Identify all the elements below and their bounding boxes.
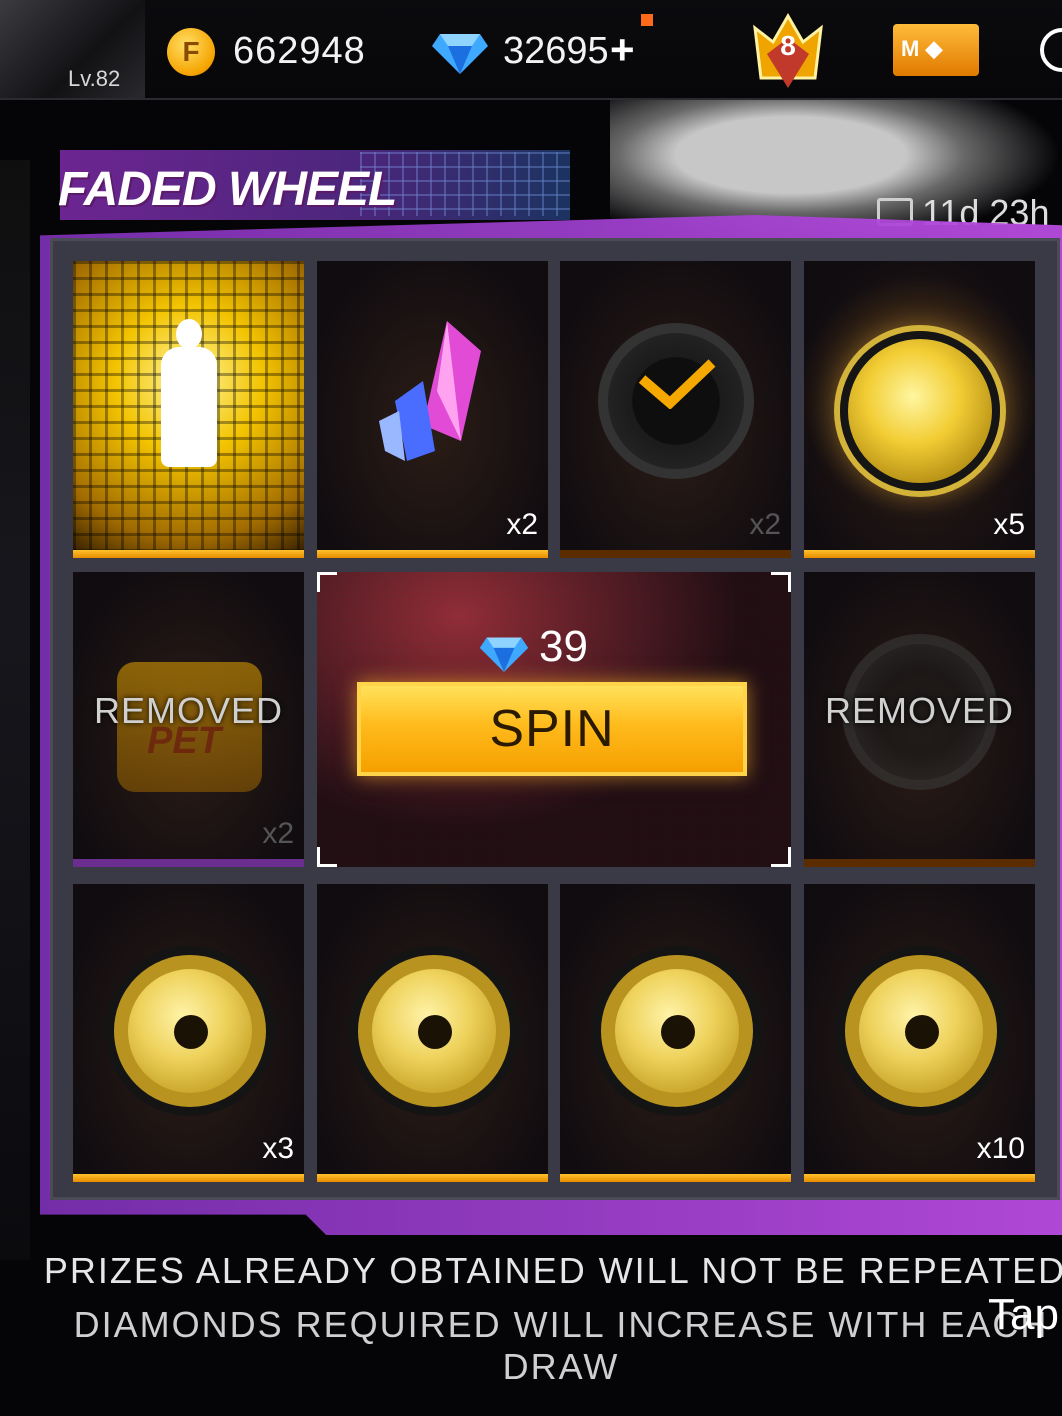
prize-quantity: x10 <box>976 1132 1025 1165</box>
rarity-bar <box>317 550 548 558</box>
swirl-core <box>905 1015 939 1049</box>
prize-pet-food: PET REMOVED x2 <box>73 572 304 867</box>
prize-quantity: x2 <box>506 508 538 541</box>
player-level: Lv.82 <box>68 66 121 91</box>
membership-diamond-icon: ◆ <box>925 36 943 61</box>
add-diamonds-button[interactable]: + <box>610 26 635 74</box>
prize-check-token[interactable]: x2 <box>560 261 791 558</box>
prize-quantity: x3 <box>262 1132 294 1165</box>
membership-letter: M <box>901 36 920 61</box>
prize-dark-token: REMOVED <box>804 572 1035 867</box>
spin-area: 39 SPIN <box>317 572 791 867</box>
rarity-bar <box>804 1174 1035 1182</box>
removed-label: REMOVED <box>93 690 284 731</box>
rarity-bar <box>73 1174 304 1182</box>
prize-quantity: x2 <box>262 817 294 850</box>
swirl-token-icon <box>105 946 275 1116</box>
swirl-token-icon <box>836 946 1006 1116</box>
rarity-bar <box>73 550 304 558</box>
spin-button-label: SPIN <box>489 700 615 758</box>
prize-quantity: x2 <box>749 508 781 541</box>
rarity-bar <box>317 1174 548 1182</box>
prize-swirl-token[interactable]: x3 <box>73 884 304 1182</box>
membership-button[interactable]: M ◆ <box>893 24 979 76</box>
prize-quantity: x5 <box>993 508 1025 541</box>
rarity-bar <box>804 550 1035 558</box>
rarity-bar <box>73 859 304 867</box>
rank-badge[interactable]: 8 <box>745 8 831 94</box>
prize-swirl-token[interactable]: x10 <box>804 884 1035 1182</box>
swirl-token-icon <box>592 946 762 1116</box>
gold-coin-icon: F <box>167 28 215 76</box>
notice-line-2: DIAMONDS REQUIRED WILL INCREASE WITH EAC… <box>73 1304 1049 1387</box>
rank-number: 8 <box>780 30 796 61</box>
emote-figure-icon <box>176 319 202 349</box>
prize-crystal[interactable]: x2 <box>317 261 548 558</box>
rarity-bar <box>804 859 1035 867</box>
notification-dot <box>641 14 653 26</box>
spin-button[interactable]: SPIN <box>357 682 747 776</box>
gold-token-icon <box>840 331 1000 491</box>
corner-bracket <box>317 572 337 592</box>
page-title: FADED WHEEL <box>58 163 397 216</box>
emote-figure-body <box>161 347 217 467</box>
swirl-token-icon <box>349 946 519 1116</box>
prize-swirl-token[interactable] <box>560 884 791 1182</box>
prize-gold-token[interactable]: x5 <box>804 261 1035 558</box>
prize-emote[interactable] <box>73 261 304 558</box>
menu-icon[interactable] <box>1040 28 1062 72</box>
check-icon <box>638 359 716 409</box>
swirl-core <box>418 1015 452 1049</box>
gold-balance: 662948 <box>233 30 366 72</box>
swirl-core <box>661 1015 695 1049</box>
corner-bracket <box>771 847 791 867</box>
tap-hint[interactable]: Tap <box>988 1290 1059 1340</box>
rarity-bar <box>560 1174 791 1182</box>
left-side-strip <box>0 160 30 1260</box>
diamond-icon <box>432 34 488 74</box>
crystal-icon <box>379 321 481 461</box>
rarity-bar <box>560 550 791 558</box>
swirl-core <box>174 1015 208 1049</box>
notice-line-1: PRIZES ALREADY OBTAINED WILL NOT BE REPE… <box>43 1250 1062 1291</box>
diamond-icon <box>479 637 529 672</box>
corner-bracket <box>317 847 337 867</box>
corner-bracket <box>771 572 791 592</box>
top-bar: Lv.82 F 662948 32695 + 8 M ◆ <box>0 0 1062 100</box>
prize-swirl-token[interactable] <box>317 884 548 1182</box>
removed-label: REMOVED <box>824 690 1015 731</box>
spin-cost: 39 <box>539 622 588 671</box>
diamond-balance: 32695 <box>503 30 609 72</box>
